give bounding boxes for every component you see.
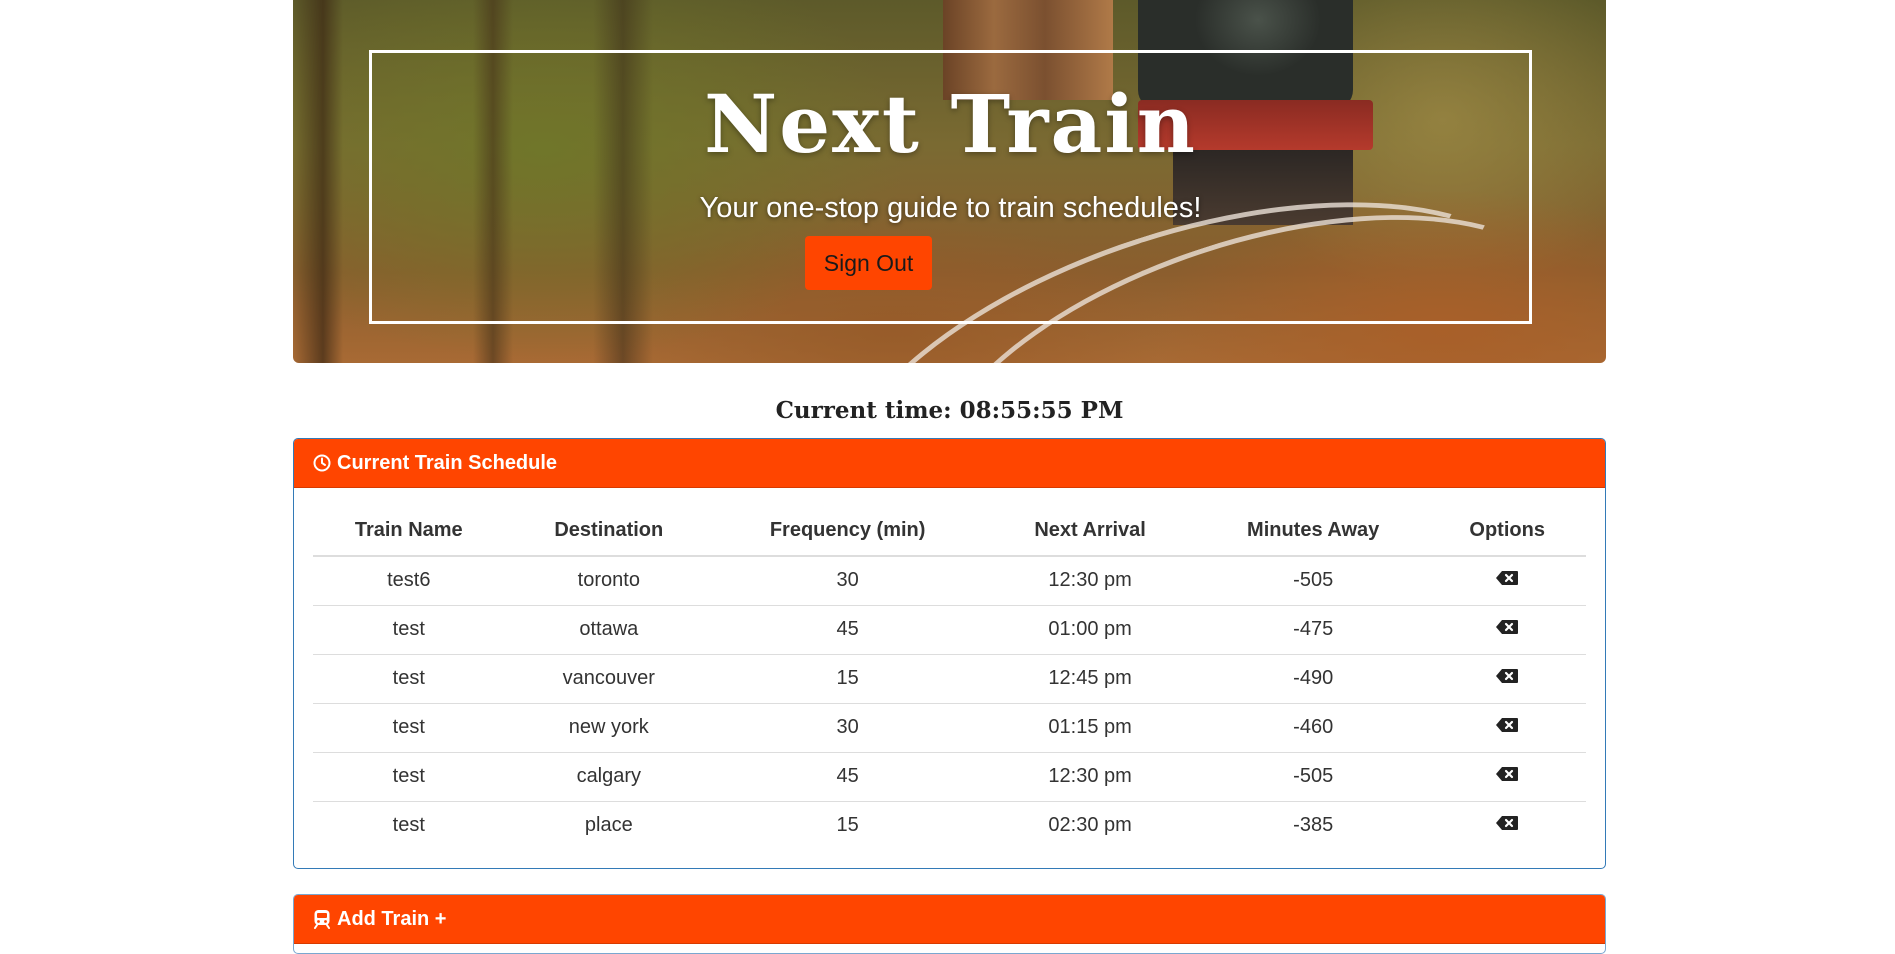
add-train-title: Add Train +	[337, 907, 447, 930]
cell-options	[1428, 653, 1586, 703]
column-header-next-arrival: Next Arrival	[982, 506, 1198, 557]
cell-frequency: 15	[713, 800, 983, 850]
column-header-options: Options	[1428, 506, 1586, 557]
train-schedule-panel: Current Train Schedule Train Name Destin…	[293, 438, 1606, 869]
cell-frequency: 15	[713, 653, 983, 703]
table-row: test6 toronto 30 12:30 pm -505	[313, 556, 1586, 605]
train-schedule-heading: Current Train Schedule	[294, 439, 1605, 488]
table-row: test ottawa 45 01:00 pm -475	[313, 604, 1586, 654]
column-header-frequency: Frequency (min)	[713, 506, 983, 557]
cell-next-arrival: 01:00 pm	[982, 604, 1198, 654]
sign-out-button[interactable]: Sign Out	[805, 236, 932, 290]
cell-options	[1428, 751, 1586, 801]
table-row: test vancouver 15 12:45 pm -490	[313, 653, 1586, 703]
cell-train-name: test	[313, 604, 505, 654]
cell-train-name: test	[313, 653, 505, 703]
cell-train-name: test	[313, 702, 505, 752]
cell-next-arrival: 12:30 pm	[982, 751, 1198, 801]
cell-minutes-away: -475	[1198, 604, 1429, 654]
cell-minutes-away: -505	[1198, 751, 1429, 801]
current-time-display: Current time: 08:55:55 PM	[775, 397, 1124, 424]
cell-destination: place	[504, 800, 714, 850]
cell-frequency: 45	[713, 604, 983, 654]
cell-next-arrival: 12:30 pm	[1048, 569, 1132, 592]
table-row: test new york 30 01:15 pm -460	[313, 702, 1586, 752]
cell-destination: vancouver	[504, 653, 714, 703]
cell-options	[1428, 702, 1586, 752]
clock-icon	[313, 454, 331, 472]
table-header-row: Train Name Destination Frequency (min) N…	[313, 506, 1586, 557]
page-container: Next Train Your one-stop guide to train …	[293, 0, 1606, 954]
table-row: test place 15 02:30 pm -385	[313, 800, 1586, 850]
cell-minutes-away: -460	[1198, 702, 1429, 752]
delete-icon[interactable]	[1495, 717, 1519, 733]
train-icon	[313, 909, 331, 929]
hero-jumbotron: Next Train Your one-stop guide to train …	[293, 0, 1606, 363]
delete-icon[interactable]	[1495, 619, 1519, 635]
table-row: test calgary 45 12:30 pm -505	[313, 751, 1586, 801]
cell-next-arrival: 02:30 pm	[982, 800, 1198, 850]
delete-icon[interactable]	[1495, 815, 1519, 831]
cell-frequency: 30	[713, 702, 983, 752]
column-header-minutes-away: Minutes Away	[1198, 506, 1429, 557]
column-header-destination: Destination	[504, 506, 714, 557]
cell-train-name: test	[313, 751, 505, 801]
delete-icon[interactable]	[1495, 668, 1519, 684]
train-schedule-table: Train Name Destination Frequency (min) N…	[313, 506, 1586, 850]
delete-icon[interactable]	[1495, 570, 1519, 586]
cell-train-name: test	[313, 800, 505, 850]
cell-minutes-away: -505	[1293, 569, 1334, 592]
cell-next-arrival: 12:45 pm	[982, 653, 1198, 703]
cell-destination: new york	[504, 702, 714, 752]
cell-train-name: test6	[387, 569, 431, 592]
cell-destination: ottawa	[504, 604, 714, 654]
page-title: Next Train	[704, 77, 1197, 171]
cell-frequency: 30	[836, 569, 859, 592]
cell-frequency: 45	[713, 751, 983, 801]
train-schedule-title: Current Train Schedule	[337, 451, 558, 474]
delete-icon[interactable]	[1495, 766, 1519, 782]
page-subtitle: Your one-stop guide to train schedules!	[699, 192, 1202, 224]
add-train-panel: Add Train +	[293, 894, 1606, 954]
cell-minutes-away: -490	[1198, 653, 1429, 703]
add-train-heading[interactable]: Add Train +	[294, 895, 1605, 944]
cell-destination: toronto	[577, 569, 640, 592]
cell-options	[1428, 800, 1586, 850]
cell-options	[1428, 604, 1586, 654]
hero-title-box: Next Train Your one-stop guide to train …	[369, 50, 1532, 324]
cell-next-arrival: 01:15 pm	[982, 702, 1198, 752]
cell-destination: calgary	[504, 751, 714, 801]
cell-minutes-away: -385	[1198, 800, 1429, 850]
column-header-train-name: Train Name	[313, 506, 505, 557]
cell-options	[1428, 556, 1586, 605]
